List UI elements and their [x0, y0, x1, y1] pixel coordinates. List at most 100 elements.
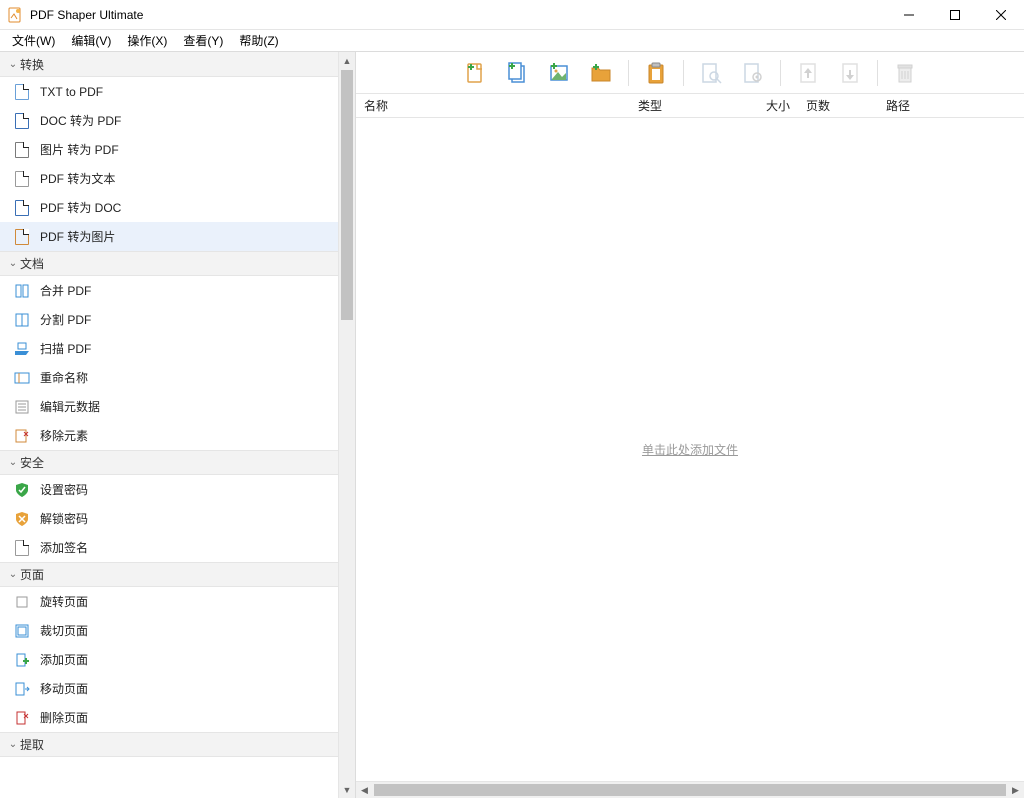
item-pdf-to-img[interactable]: PDF 转为图片 — [0, 222, 338, 251]
add-image-button[interactable] — [538, 55, 580, 91]
txt-icon — [14, 84, 30, 100]
toolbar-separator — [877, 60, 878, 86]
paste-button[interactable] — [635, 55, 677, 91]
item-rotate[interactable]: 旋转页面 — [0, 587, 338, 616]
add-files-button[interactable] — [496, 55, 538, 91]
item-img-to-pdf[interactable]: 图片 转为 PDF — [0, 135, 338, 164]
split-icon — [14, 312, 30, 328]
item-remove-el[interactable]: 移除元素 — [0, 421, 338, 450]
scroll-thumb[interactable] — [341, 70, 353, 320]
item-pdf-to-doc[interactable]: PDF 转为 DOC — [0, 193, 338, 222]
sidebar-item-label: 编辑元数据 — [40, 398, 100, 415]
remove-el-icon — [14, 428, 30, 444]
sidebar-item-label: PDF 转为 DOC — [40, 199, 121, 216]
add-files-placeholder[interactable]: 单击此处添加文件 — [642, 441, 738, 458]
chevron-down-icon: ⌄ — [6, 59, 20, 70]
rotate-icon — [14, 594, 30, 610]
menu-file[interactable]: 文件(W) — [4, 30, 63, 51]
group-header[interactable]: ⌄文档 — [0, 251, 338, 276]
app-icon — [8, 7, 24, 23]
group-header[interactable]: ⌄页面 — [0, 562, 338, 587]
img-icon — [14, 142, 30, 158]
minimize-button[interactable] — [886, 0, 932, 30]
menu-help[interactable]: 帮助(Z) — [231, 30, 286, 51]
col-path[interactable]: 路径 — [878, 97, 1024, 114]
item-metadata[interactable]: 编辑元数据 — [0, 392, 338, 421]
group-header[interactable]: ⌄安全 — [0, 450, 338, 475]
doc-icon — [14, 113, 30, 129]
chevron-down-icon: ⌄ — [6, 739, 20, 750]
scroll-down-icon[interactable]: ▼ — [339, 781, 355, 798]
sidebar-item-label: 合并 PDF — [40, 282, 91, 299]
item-scan[interactable]: 扫描 PDF — [0, 334, 338, 363]
horizontal-scrollbar[interactable]: ◀ ▶ — [356, 781, 1024, 798]
hscroll-thumb[interactable] — [374, 784, 1006, 796]
move-up-button[interactable] — [787, 55, 829, 91]
sign-icon — [14, 540, 30, 556]
scroll-up-icon[interactable]: ▲ — [339, 52, 355, 69]
chevron-down-icon: ⌄ — [6, 457, 20, 468]
sidebar-item-label: 解锁密码 — [40, 510, 88, 527]
menu-view[interactable]: 查看(Y) — [175, 30, 231, 51]
item-doc-to-pdf[interactable]: DOC 转为 PDF — [0, 106, 338, 135]
item-addpg[interactable]: 添加页面 — [0, 645, 338, 674]
file-drop-area[interactable]: 单击此处添加文件 — [356, 118, 1024, 781]
rename-icon — [14, 370, 30, 386]
pdf-img-icon — [14, 229, 30, 245]
col-type[interactable]: 类型 — [630, 97, 758, 114]
maximize-button[interactable] — [932, 0, 978, 30]
col-size[interactable]: 大小 — [758, 97, 798, 114]
add-file-button[interactable] — [454, 55, 496, 91]
title-bar: PDF Shaper Ultimate — [0, 0, 1024, 30]
col-name[interactable]: 名称 — [356, 97, 630, 114]
item-pdf-to-txt[interactable]: PDF 转为文本 — [0, 164, 338, 193]
item-movepg[interactable]: 移动页面 — [0, 674, 338, 703]
menu-edit[interactable]: 编辑(V) — [63, 30, 119, 51]
menu-action[interactable]: 操作(X) — [119, 30, 175, 51]
close-button[interactable] — [978, 0, 1024, 30]
group-label: 转换 — [20, 56, 44, 73]
item-txt-to-pdf[interactable]: TXT to PDF — [0, 77, 338, 106]
scan-icon — [14, 341, 30, 357]
group-header[interactable]: ⌄提取 — [0, 732, 338, 757]
item-crop[interactable]: 裁切页面 — [0, 616, 338, 645]
delete-button[interactable] — [884, 55, 926, 91]
sidebar-scrollbar[interactable]: ▲ ▼ — [338, 52, 355, 798]
scroll-left-icon[interactable]: ◀ — [356, 782, 373, 798]
file-settings-button[interactable] — [732, 55, 774, 91]
group-header[interactable]: ⌄转换 — [0, 52, 338, 77]
move-down-button[interactable] — [829, 55, 871, 91]
sidebar-item-label: 移除元素 — [40, 427, 88, 444]
col-pages[interactable]: 页数 — [798, 97, 878, 114]
sidebar-item-label: PDF 转为文本 — [40, 170, 115, 187]
sidebar-tree: ⌄转换TXT to PDFDOC 转为 PDF图片 转为 PDFPDF 转为文本… — [0, 52, 338, 798]
sidebar-item-label: 重命名称 — [40, 369, 88, 386]
sidebar-item-label: 扫描 PDF — [40, 340, 91, 357]
chevron-down-icon: ⌄ — [6, 258, 20, 269]
content-pane: 名称 类型 大小 页数 路径 单击此处添加文件 ◀ ▶ — [356, 52, 1024, 798]
add-folder-button[interactable] — [580, 55, 622, 91]
group-label: 页面 — [20, 566, 44, 583]
sidebar-item-label: 添加签名 — [40, 539, 88, 556]
toolbar-separator — [780, 60, 781, 86]
item-merge[interactable]: 合并 PDF — [0, 276, 338, 305]
item-delpg[interactable]: 删除页面 — [0, 703, 338, 732]
chevron-down-icon: ⌄ — [6, 569, 20, 580]
preview-button[interactable] — [690, 55, 732, 91]
scroll-right-icon[interactable]: ▶ — [1007, 782, 1024, 798]
item-sign[interactable]: 添加签名 — [0, 533, 338, 562]
item-rename[interactable]: 重命名称 — [0, 363, 338, 392]
sidebar-item-label: 设置密码 — [40, 481, 88, 498]
shield-set-icon — [14, 482, 30, 498]
item-unlock[interactable]: 解锁密码 — [0, 504, 338, 533]
item-set-pwd[interactable]: 设置密码 — [0, 475, 338, 504]
addpg-icon — [14, 652, 30, 668]
delpg-icon — [14, 710, 30, 726]
sidebar-item-label: 裁切页面 — [40, 622, 88, 639]
window-title: PDF Shaper Ultimate — [30, 8, 143, 22]
sidebar-item-label: 旋转页面 — [40, 593, 88, 610]
group-label: 文档 — [20, 255, 44, 272]
item-split[interactable]: 分割 PDF — [0, 305, 338, 334]
movepg-icon — [14, 681, 30, 697]
sidebar-item-label: 添加页面 — [40, 651, 88, 668]
